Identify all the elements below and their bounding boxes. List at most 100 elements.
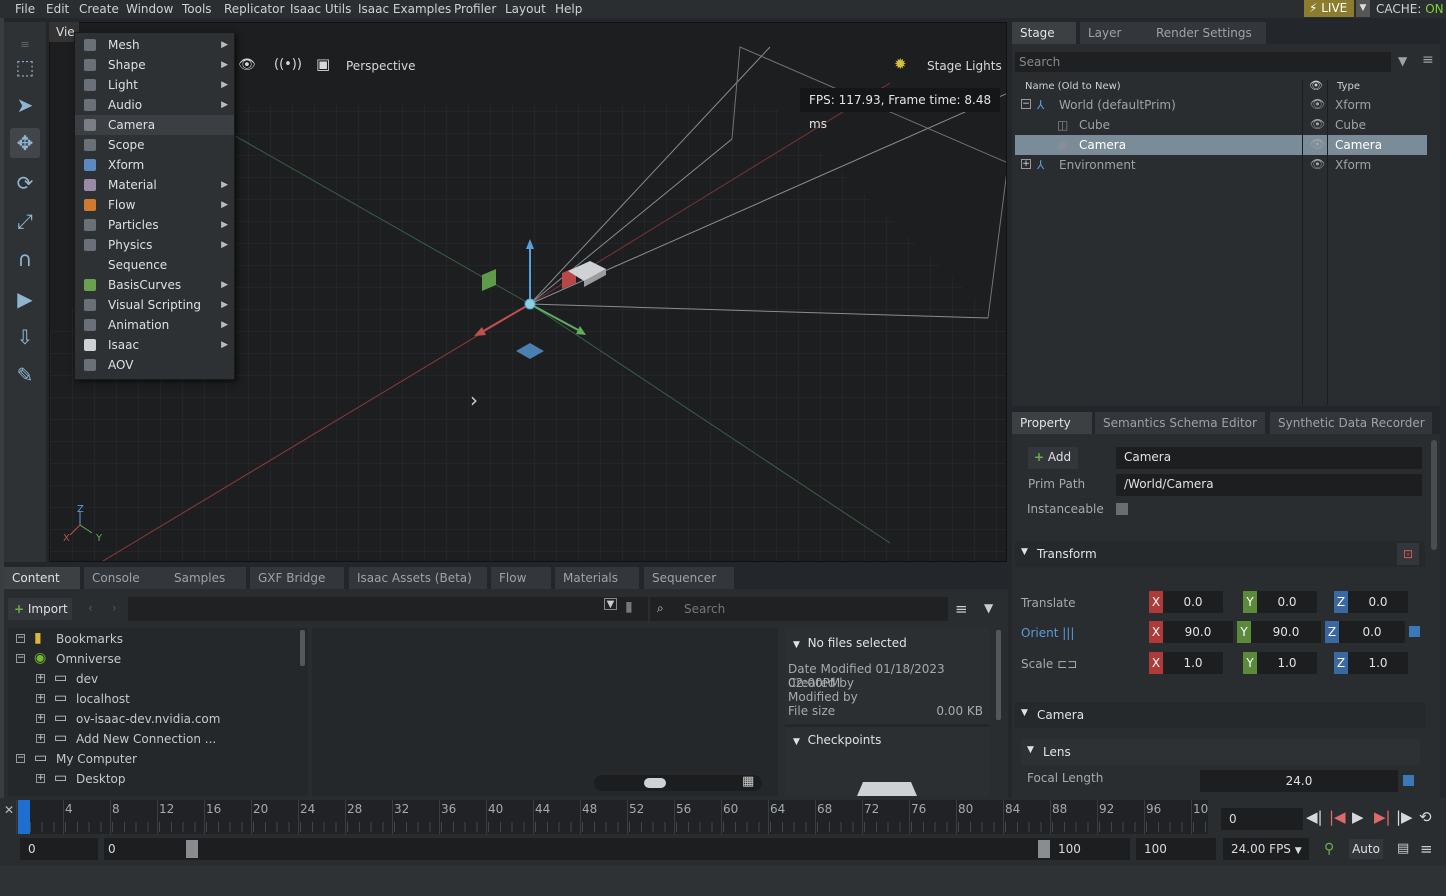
menu-layout[interactable]: Layout [505, 2, 546, 16]
filter-icon[interactable]: ▼ [1398, 54, 1407, 68]
stage-search-input[interactable]: Search [1015, 52, 1391, 72]
select-arrow-icon[interactable]: ➤ [10, 90, 40, 120]
col-name-header[interactable]: Name (Old to New) [1025, 81, 1121, 92]
tree-item-dev[interactable]: + ▭ dev [36, 670, 306, 690]
create-menu-item-aov[interactable]: AOV [75, 355, 234, 375]
stage-row-cube[interactable]: ◫ Cube 👁 Cube [1015, 115, 1427, 135]
loop-icon[interactable]: ⟲ [1419, 808, 1432, 826]
expand-toggle-icon[interactable]: + [36, 714, 45, 723]
range-end-handle[interactable] [1038, 840, 1050, 858]
visibility-eye-icon[interactable]: 👁 [1310, 117, 1325, 131]
zoom-slider-thumb[interactable] [644, 778, 666, 788]
orient-keyframe-icon[interactable] [1409, 626, 1420, 637]
expand-toggle-icon[interactable]: + [36, 774, 45, 783]
tab-content[interactable]: Content [4, 567, 80, 589]
menu-isaac-utils[interactable]: Isaac Utils [290, 2, 351, 16]
link-scale-icon[interactable]: ⊏⊐ [1057, 657, 1077, 671]
scale-tool-icon[interactable]: ⤢ [10, 206, 40, 236]
tab-materials[interactable]: Materials [555, 567, 639, 589]
tab-gxf-bridge[interactable]: GXF Bridge [250, 567, 344, 589]
content-options-icon[interactable]: ≡ [955, 600, 968, 618]
move-tool-icon[interactable]: ✥ [10, 128, 40, 158]
orient-y-field[interactable]: 90.0 [1251, 621, 1321, 643]
bookmark-add-icon[interactable]: ▮ [625, 599, 633, 615]
range-start-handle[interactable] [186, 840, 198, 858]
tab-sequencer[interactable]: Sequencer [644, 567, 734, 589]
focal-length-field[interactable]: 24.0 [1200, 770, 1398, 792]
create-menu-item-particles[interactable]: Particles ▶ [75, 215, 234, 235]
content-search-input[interactable]: Search [650, 597, 948, 621]
orient-z-field[interactable]: 0.0 [1339, 621, 1405, 643]
create-menu-item-light[interactable]: Light ▶ [75, 75, 234, 95]
end-time-field[interactable]: 100 [1136, 838, 1216, 860]
create-menu-item-physics[interactable]: Physics ▶ [75, 235, 234, 255]
property-scrollbar[interactable] [1431, 440, 1437, 550]
start-time-field[interactable]: 0 [20, 838, 98, 860]
menu-profiler[interactable]: Profiler [454, 2, 496, 16]
live-button[interactable]: ⚡ LIVE [1304, 0, 1354, 17]
create-menu-item-isaac[interactable]: Isaac ▶ [75, 335, 234, 355]
tree-item-localhost[interactable]: + ▭ localhost [36, 690, 306, 710]
clapper-icon[interactable]: ▤ [1397, 841, 1409, 856]
play-button-icon[interactable]: ▶ [1352, 808, 1364, 826]
col-type-header[interactable]: Type [1337, 81, 1360, 92]
rotate-tool-icon[interactable]: ⟳ [10, 168, 40, 198]
create-menu-item-scope[interactable]: Scope [75, 135, 234, 155]
fps-dropdown[interactable]: 24.00 FPS ▼ [1223, 838, 1309, 860]
create-menu-item-shape[interactable]: Shape ▶ [75, 55, 234, 75]
snap-magnet-icon[interactable]: ∩ [10, 244, 40, 274]
translate-z-field[interactable]: 0.0 [1348, 591, 1408, 613]
create-menu-item-audio[interactable]: Audio ▶ [75, 95, 234, 115]
playhead[interactable] [18, 800, 30, 834]
tree-item-ov-isaac-devnvidiacom[interactable]: + ▭ ov-isaac-dev.nvidia.com [36, 710, 306, 730]
create-menu-item-sequence[interactable]: Sequence [75, 255, 234, 275]
visibility-eye-icon[interactable]: 👁 [1310, 97, 1325, 111]
tab-semantics-schema-editor[interactable]: Semantics Schema Editor [1095, 412, 1265, 434]
transform-section-header[interactable]: ▼ Transform [1015, 541, 1425, 567]
tab-layer[interactable]: Layer [1080, 22, 1152, 44]
timeline-ruler[interactable]: 0481216202428323640444852566064687276808… [16, 800, 1208, 834]
create-menu-item-flow[interactable]: Flow ▶ [75, 195, 234, 215]
tree-scrollbar[interactable] [300, 630, 305, 666]
tab-synthetic-data-recorder[interactable]: Synthetic Data Recorder [1270, 412, 1432, 434]
expand-toggle-icon[interactable]: + [36, 694, 45, 703]
col-visibility-icon[interactable]: 👁 [1309, 79, 1323, 92]
back-arrow-icon[interactable]: ‹ [88, 601, 93, 615]
expand-toggle-icon[interactable]: + [1021, 159, 1031, 169]
tree-item-desktop[interactable]: + ▭ Desktop [36, 770, 306, 790]
add-button[interactable]: + Add [1028, 447, 1078, 469]
expand-toggle-icon[interactable]: + [36, 674, 45, 683]
checkpoints-header[interactable]: ▼ Checkpoints [793, 733, 881, 747]
path-field[interactable] [128, 597, 648, 621]
scale-x-field[interactable]: 1.0 [1163, 652, 1223, 674]
prim-path-field[interactable]: /World/Camera [1116, 474, 1422, 496]
audio-wave-icon[interactable]: ((•)) [274, 57, 302, 72]
auto-button[interactable]: Auto [1349, 839, 1383, 859]
stage-options-icon[interactable]: ≡ [1422, 52, 1434, 68]
create-menu-item-material[interactable]: Material ▶ [75, 175, 234, 195]
menu-tools[interactable]: Tools [182, 2, 212, 16]
create-menu-item-mesh[interactable]: Mesh ▶ [75, 35, 234, 55]
live-dropdown-icon[interactable]: ▼ [1356, 0, 1370, 17]
expand-toggle-icon[interactable]: + [36, 734, 45, 743]
path-dropdown-icon[interactable]: ▼ [604, 598, 617, 610]
instanceable-checkbox[interactable] [1116, 503, 1128, 515]
close-timeline-icon[interactable]: ✕ [4, 803, 14, 817]
gizmo-center[interactable] [524, 298, 536, 310]
create-menu-item-camera[interactable]: Camera [75, 115, 234, 135]
physics-drop-icon[interactable]: ⇩ [10, 322, 40, 352]
tab-stage[interactable]: Stage [1012, 22, 1076, 44]
menu-edit[interactable]: Edit [46, 2, 69, 16]
tab-samples[interactable]: Samples [166, 567, 246, 589]
visibility-eye-icon[interactable]: 👁 [1310, 157, 1325, 171]
chevron-right-icon[interactable]: › [470, 388, 478, 412]
tab-console[interactable]: Console [84, 567, 166, 589]
prim-name-field[interactable]: Camera [1116, 447, 1422, 469]
range-slider[interactable]: 0 100 [104, 838, 1130, 860]
import-button[interactable]: + Import [8, 598, 72, 620]
menu-replicator[interactable]: Replicator [224, 2, 284, 16]
expand-toggle-icon[interactable]: − [16, 654, 25, 663]
tab-property[interactable]: Property [1012, 412, 1092, 434]
stage-row-environment[interactable]: + ⅄ Environment 👁 Xform [1015, 155, 1427, 175]
visibility-eye-icon[interactable]: 👁 [1310, 137, 1325, 151]
